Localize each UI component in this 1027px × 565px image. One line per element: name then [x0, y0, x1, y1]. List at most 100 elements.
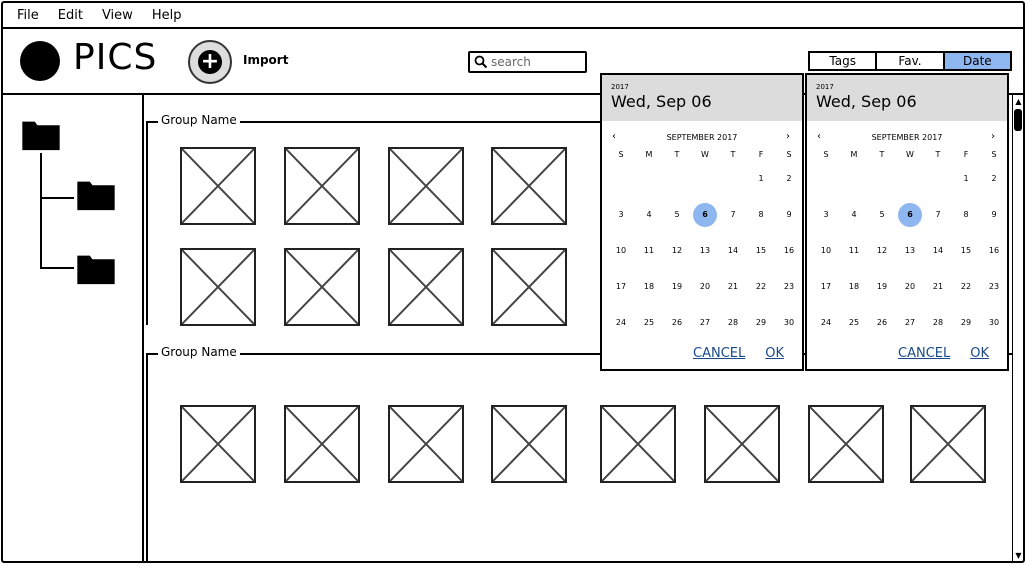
calendar-day[interactable]: 8 — [747, 205, 775, 225]
calendar-day[interactable]: 21 — [719, 277, 747, 297]
image-placeholder-icon[interactable] — [388, 405, 464, 483]
calendar-day[interactable]: 14 — [924, 241, 952, 261]
calendar-day[interactable]: 16 — [980, 241, 1008, 261]
chevron-right-icon[interactable]: › — [991, 131, 995, 142]
menu-view[interactable]: View — [102, 8, 133, 23]
calendar-day[interactable]: 19 — [663, 277, 691, 297]
calendar-day[interactable]: 29 — [952, 313, 980, 333]
calendar-day[interactable]: 1 — [747, 169, 775, 189]
image-placeholder-icon[interactable] — [180, 405, 256, 483]
calendar-day[interactable]: 20 — [896, 277, 924, 297]
menu-file[interactable]: File — [17, 8, 39, 23]
image-placeholder-icon[interactable] — [704, 405, 780, 483]
calendar-day-selected[interactable]: 6 — [896, 203, 924, 227]
calendar-day[interactable]: 25 — [840, 313, 868, 333]
calendar-day[interactable]: 24 — [812, 313, 840, 333]
calendar-day[interactable]: 22 — [747, 277, 775, 297]
calendar-day[interactable]: 8 — [952, 205, 980, 225]
calendar-day[interactable]: 10 — [812, 241, 840, 261]
image-placeholder-icon[interactable] — [910, 405, 986, 483]
calendar-day[interactable]: 27 — [896, 313, 924, 333]
calendar-day[interactable]: 16 — [775, 241, 803, 261]
calendar-day[interactable]: 15 — [952, 241, 980, 261]
calendar-day[interactable]: 12 — [868, 241, 896, 261]
import-button[interactable]: + — [188, 40, 232, 84]
calendar-day[interactable]: 1 — [952, 169, 980, 189]
ok-button[interactable]: OK — [765, 346, 784, 361]
calendar-day[interactable]: 20 — [691, 277, 719, 297]
calendar-day[interactable]: 17 — [607, 277, 635, 297]
image-placeholder-icon[interactable] — [284, 147, 360, 225]
menu-help[interactable]: Help — [152, 8, 182, 23]
image-placeholder-icon[interactable] — [388, 248, 464, 326]
calendar-day[interactable]: 23 — [775, 277, 803, 297]
calendar-day[interactable]: 7 — [924, 205, 952, 225]
image-placeholder-icon[interactable] — [491, 147, 567, 225]
image-placeholder-icon[interactable] — [600, 405, 676, 483]
calendar-day[interactable]: 25 — [635, 313, 663, 333]
image-placeholder-icon[interactable] — [180, 248, 256, 326]
search-input[interactable] — [491, 55, 581, 69]
scroll-up-icon[interactable]: ▲ — [1014, 97, 1023, 107]
calendar-day[interactable]: 24 — [607, 313, 635, 333]
calendar-day[interactable]: 29 — [747, 313, 775, 333]
cancel-button[interactable]: CANCEL — [693, 346, 745, 361]
calendar-day[interactable]: 28 — [924, 313, 952, 333]
calendar-day[interactable]: 18 — [840, 277, 868, 297]
calendar-day[interactable]: 11 — [840, 241, 868, 261]
tab-tags[interactable]: Tags — [810, 53, 878, 69]
image-placeholder-icon[interactable] — [491, 405, 567, 483]
folder-icon[interactable] — [74, 253, 118, 285]
calendar-day[interactable]: 12 — [663, 241, 691, 261]
calendar-day[interactable]: 9 — [980, 205, 1008, 225]
tab-date[interactable]: Date — [944, 53, 1010, 69]
calendar-day[interactable]: 27 — [691, 313, 719, 333]
calendar-day[interactable]: 10 — [607, 241, 635, 261]
calendar-day[interactable]: 30 — [980, 313, 1008, 333]
calendar-day[interactable]: 15 — [747, 241, 775, 261]
calendar-day[interactable]: 26 — [663, 313, 691, 333]
calendar-day[interactable]: 26 — [868, 313, 896, 333]
calendar-day[interactable]: 11 — [635, 241, 663, 261]
calendar-day[interactable]: 28 — [719, 313, 747, 333]
calendar-day[interactable]: 4 — [840, 205, 868, 225]
calendar-day[interactable]: 23 — [980, 277, 1008, 297]
image-placeholder-icon[interactable] — [808, 405, 884, 483]
folder-icon[interactable] — [19, 119, 63, 151]
image-placeholder-icon[interactable] — [284, 248, 360, 326]
calendar-day[interactable]: 21 — [924, 277, 952, 297]
chevron-right-icon[interactable]: › — [786, 131, 790, 142]
image-placeholder-icon[interactable] — [284, 405, 360, 483]
tab-fav[interactable]: Fav. — [877, 53, 945, 69]
calendar-day[interactable]: 4 — [635, 205, 663, 225]
calendar-day[interactable]: 19 — [868, 277, 896, 297]
vertical-scrollbar[interactable]: ▲ ▼ — [1012, 95, 1023, 563]
image-placeholder-icon[interactable] — [180, 147, 256, 225]
calendar-day[interactable]: 5 — [663, 205, 691, 225]
picker-year[interactable]: 2017 — [611, 83, 802, 91]
cancel-button[interactable]: CANCEL — [898, 346, 950, 361]
menu-edit[interactable]: Edit — [58, 8, 83, 23]
calendar-day[interactable]: 13 — [691, 241, 719, 261]
calendar-day[interactable]: 14 — [719, 241, 747, 261]
calendar-day[interactable]: 7 — [719, 205, 747, 225]
calendar-day[interactable]: 22 — [952, 277, 980, 297]
calendar-day[interactable]: 17 — [812, 277, 840, 297]
ok-button[interactable]: OK — [970, 346, 989, 361]
scroll-down-icon[interactable]: ▼ — [1014, 551, 1023, 561]
calendar-day[interactable]: 18 — [635, 277, 663, 297]
calendar-day[interactable]: 3 — [607, 205, 635, 225]
calendar-day[interactable]: 30 — [775, 313, 803, 333]
calendar-day[interactable]: 9 — [775, 205, 803, 225]
picker-year[interactable]: 2017 — [816, 83, 1007, 91]
image-placeholder-icon[interactable] — [388, 147, 464, 225]
calendar-day[interactable]: 13 — [896, 241, 924, 261]
calendar-day-selected[interactable]: 6 — [691, 203, 719, 227]
folder-icon[interactable] — [74, 179, 118, 211]
scroll-thumb[interactable] — [1014, 109, 1022, 131]
calendar-day[interactable]: 5 — [868, 205, 896, 225]
image-placeholder-icon[interactable] — [491, 248, 567, 326]
calendar-day[interactable]: 2 — [775, 169, 803, 189]
calendar-day[interactable]: 2 — [980, 169, 1008, 189]
calendar-day[interactable]: 3 — [812, 205, 840, 225]
